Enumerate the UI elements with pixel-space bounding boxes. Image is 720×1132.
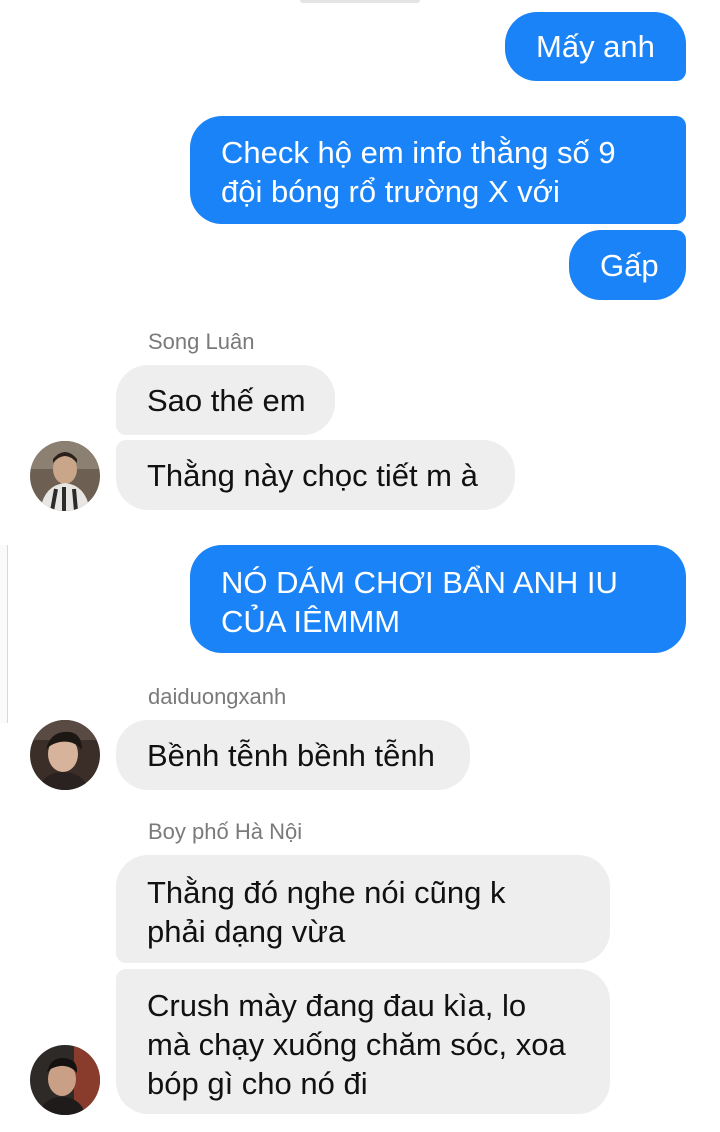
outgoing-message-bubble[interactable]: Check hộ em info thằng số 9 đội bóng rổ …	[190, 116, 686, 224]
incoming-message-bubble[interactable]: Crush mày đang đau kìa, lo mà chạy xuống…	[116, 969, 610, 1114]
avatar-song-luan-icon	[30, 441, 100, 511]
incoming-message-bubble[interactable]: Thằng này chọc tiết m à	[116, 440, 515, 510]
incoming-message-bubble[interactable]: Sao thế em	[116, 365, 335, 435]
top-indicator	[300, 0, 420, 3]
avatar-daiduongxanh-icon	[30, 720, 100, 790]
sender-name: Song Luân	[148, 329, 255, 354]
avatar[interactable]	[30, 720, 100, 790]
avatar-boy-pho-ha-noi-icon	[30, 1045, 100, 1115]
sender-name: Boy phố Hà Nội	[148, 819, 303, 844]
incoming-message-bubble[interactable]: Bềnh tễnh bềnh tễnh	[116, 720, 470, 790]
outgoing-message-bubble[interactable]: NÓ DÁM CHƠI BẨN ANH IU CỦA IÊMMM	[190, 545, 686, 653]
incoming-message-bubble[interactable]: Thằng đó nghe nói cũng k phải dạng vừa	[116, 855, 610, 963]
avatar[interactable]	[30, 1045, 100, 1115]
chat-thread: Mấy anh Check hộ em info thằng số 9 đội …	[0, 0, 720, 1132]
outgoing-message-bubble[interactable]: Gấp	[569, 230, 686, 300]
side-edge-handle	[0, 545, 8, 723]
outgoing-message-bubble[interactable]: Mấy anh	[505, 12, 686, 81]
avatar[interactable]	[30, 441, 100, 511]
sender-name: daiduongxanh	[148, 684, 287, 709]
